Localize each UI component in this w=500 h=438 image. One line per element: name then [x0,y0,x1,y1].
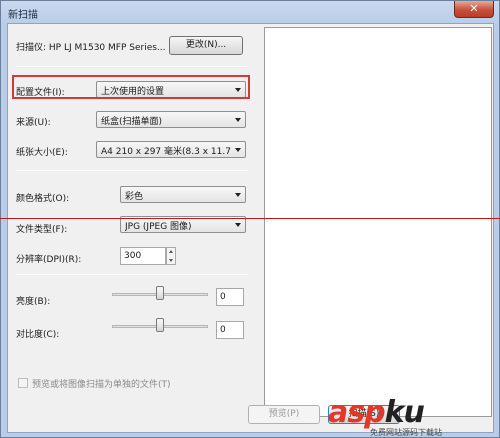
watermark-brand-b: ku [384,395,425,430]
contrast-label: 对比度(C): [16,330,60,340]
source-label: 来源(U): [16,118,51,128]
brightness-input[interactable]: 0 [216,288,244,306]
source-value: 纸盒(扫描单面) [101,117,163,127]
paper-size-select[interactable]: A4 210 x 297 毫米(8.3 x 11.7 英 [96,141,246,158]
separator [16,274,248,275]
resolution-input[interactable]: 300 [120,247,166,265]
chevron-down-icon [235,223,241,227]
source-select[interactable]: 纸盒(扫描单面) [96,111,246,128]
chevron-down-icon [235,193,241,197]
contrast-input[interactable]: 0 [216,321,244,339]
color-format-value: 彩色 [125,192,144,202]
brightness-value: 0 [220,292,226,302]
scan-dialog: 新扫描 ✕ 扫描仪: HP LJ M1530 MFP Series... 更改(… [0,0,500,438]
watermark-logo: aspku 免费网站源码下载站 [328,395,498,438]
contrast-value: 0 [220,325,226,335]
watermark-tagline: 免费网站源码下载站 [370,428,442,437]
chevron-down-icon [235,118,241,122]
resolution-stepper[interactable] [166,247,176,265]
separator [16,66,248,67]
scanner-label: 扫描仪: HP LJ M1530 MFP Series... [16,43,166,53]
separate-files-label: 预览或将图像扫描为单独的文件(T) [32,380,171,390]
separator [16,170,248,171]
resolution-label: 分辨率(DPI)(R): [16,255,82,265]
annotation-line [0,218,500,219]
close-icon: ✕ [469,2,479,15]
scan-preview-area [264,27,492,417]
color-format-label: 颜色格式(O): [16,194,70,204]
contrast-slider-thumb[interactable] [156,318,164,332]
brightness-label: 亮度(B): [16,297,51,307]
separate-files-checkbox[interactable] [18,378,28,388]
chevron-down-icon [235,148,241,152]
watermark-brand-a: asp [328,395,386,430]
brightness-slider-thumb[interactable] [156,286,164,300]
file-type-label: 文件类型(F): [16,225,68,235]
stepper-up-icon[interactable] [169,250,173,253]
color-format-select[interactable]: 彩色 [120,186,246,203]
stepper-down-icon[interactable] [169,259,173,262]
close-button[interactable]: ✕ [454,1,494,18]
file-type-value: JPG (JPEG 图像) [125,222,192,232]
profile-highlight [12,75,250,99]
paper-size-value: A4 210 x 297 毫米(8.3 x 11.7 英 [101,147,231,157]
preview-button[interactable]: 预览(P) [248,405,320,424]
resolution-value: 300 [124,251,142,261]
watermark-text: aspku [328,395,425,430]
window-title: 新扫描 [8,10,38,21]
change-scanner-button[interactable]: 更改(N)... [169,36,243,55]
paper-size-label: 纸张大小(E): [16,148,68,158]
title-bar[interactable]: 新扫描 ✕ [1,1,499,23]
